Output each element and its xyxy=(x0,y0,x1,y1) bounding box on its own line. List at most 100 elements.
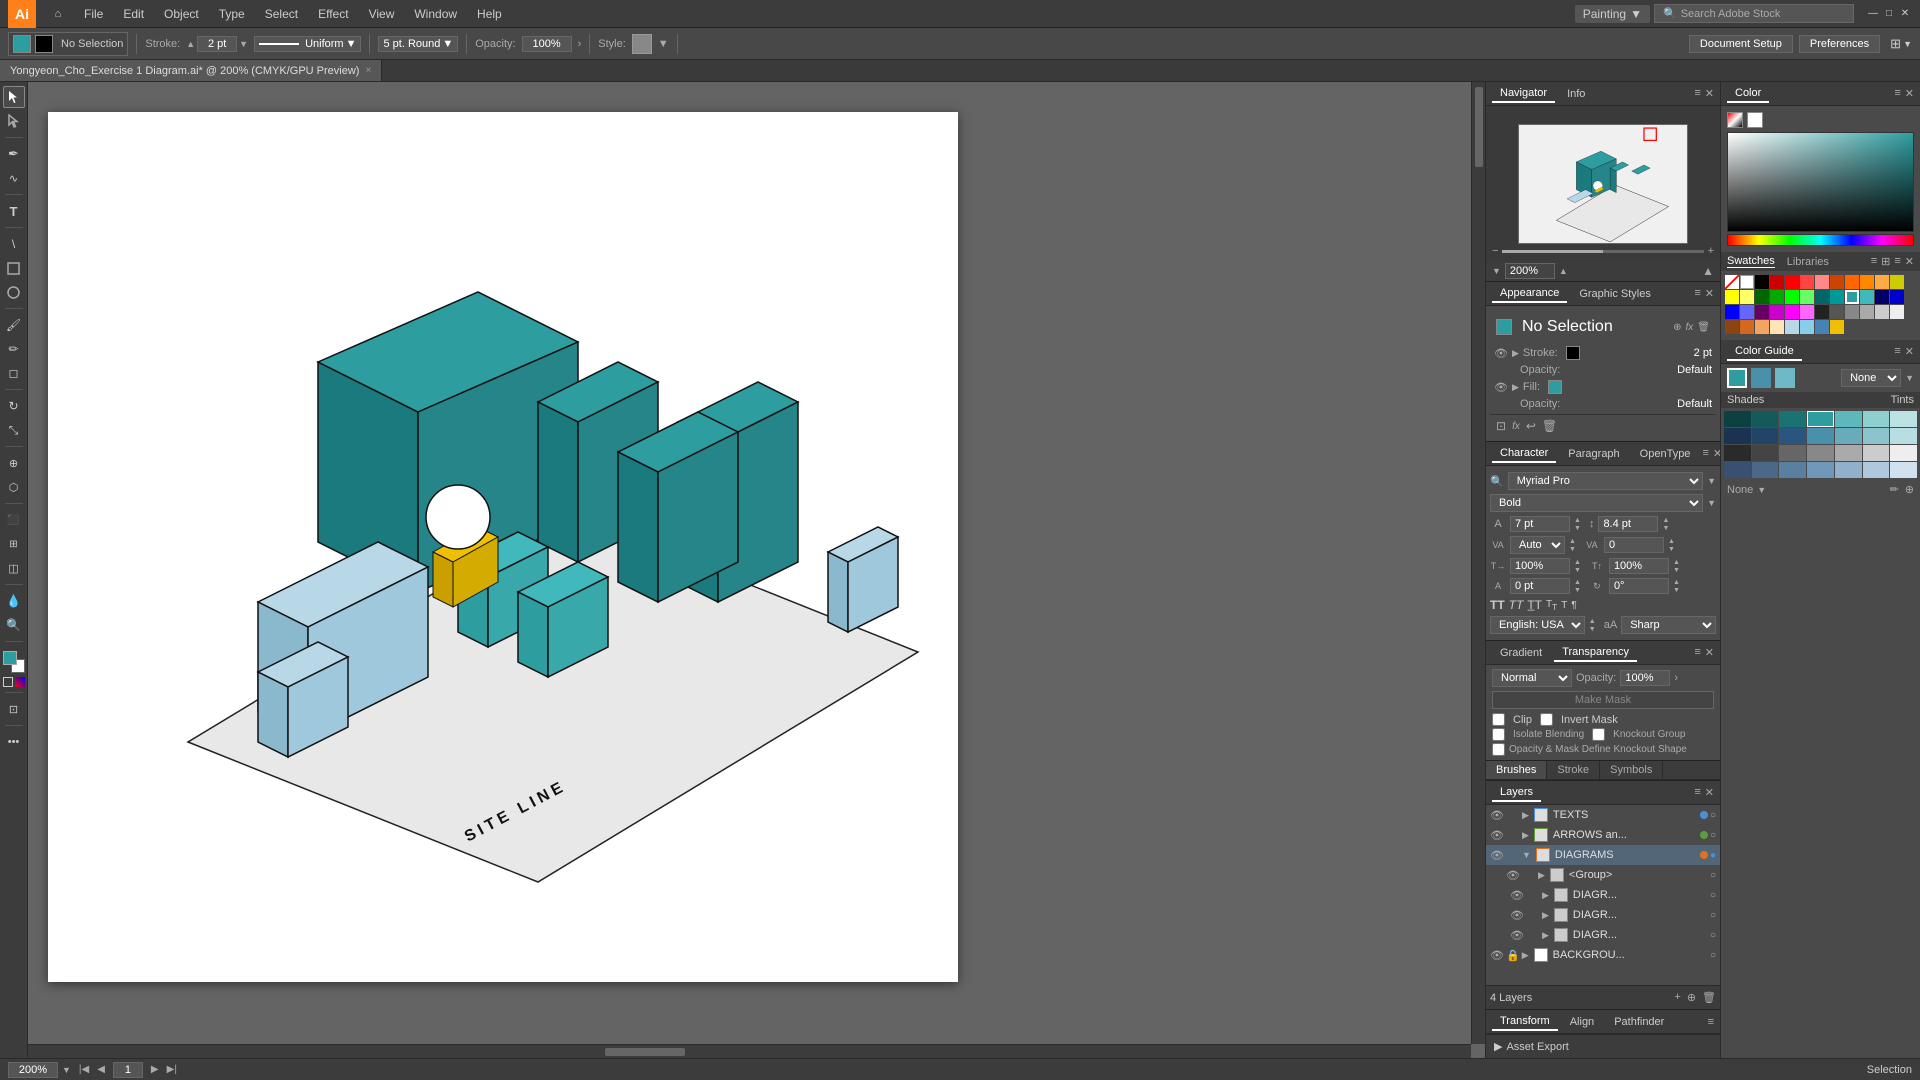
swatch-r1[interactable] xyxy=(1770,275,1784,289)
layer-arrows[interactable]: 👁 ▶ ARROWS an... ○ xyxy=(1486,825,1720,845)
opacity-input[interactable] xyxy=(522,36,572,52)
layer-diagr2[interactable]: 👁 ▶ DIAGR... ○ xyxy=(1486,905,1720,925)
menu-effect[interactable]: Effect xyxy=(310,5,356,23)
page-nav-prev[interactable]: |◀ xyxy=(79,1064,89,1075)
swatch-g2[interactable] xyxy=(1770,290,1784,304)
style-swatch[interactable] xyxy=(632,34,652,54)
layer-diagrams[interactable]: 👁 ▼ DIAGRAMS ● xyxy=(1486,845,1720,865)
swatch-black[interactable] xyxy=(1755,275,1769,289)
status-zoom-input[interactable] xyxy=(8,1062,58,1078)
cg-color3[interactable] xyxy=(1775,368,1795,388)
swatch-t1[interactable] xyxy=(1815,290,1829,304)
layer-diagr1[interactable]: 👁 ▶ DIAGR... ○ xyxy=(1486,885,1720,905)
rotate-input[interactable] xyxy=(1609,578,1669,594)
leading-down[interactable]: ▼ xyxy=(1662,525,1669,532)
hscale-down[interactable]: ▼ xyxy=(1574,567,1581,574)
mesh-tool[interactable]: ⊞ xyxy=(3,533,25,555)
tt-icon-3[interactable]: T̲T xyxy=(1527,598,1542,612)
arrows-expand-arrow[interactable]: ▶ xyxy=(1522,830,1529,841)
app-bottom-icon-1[interactable]: ⊡ xyxy=(1496,419,1506,433)
app-bottom-icon-4[interactable]: 🗑 xyxy=(1542,419,1557,433)
home-button[interactable]: ⌂ xyxy=(44,0,72,28)
swatch-g4[interactable] xyxy=(1800,290,1814,304)
clip-checkbox[interactable] xyxy=(1492,713,1505,726)
swatch-o4[interactable] xyxy=(1875,275,1889,289)
swatch-o1[interactable] xyxy=(1830,275,1844,289)
delete-layer-icon[interactable]: 🗑 xyxy=(1702,991,1716,1004)
bg-visibility-btn[interactable]: ○ xyxy=(1710,950,1716,961)
appearance-menu-icon[interactable]: ≡ xyxy=(1694,287,1700,300)
new-sublayer-icon[interactable]: + xyxy=(1674,991,1680,1004)
graphic-styles-tab[interactable]: Graphic Styles xyxy=(1571,286,1659,302)
app-delete-icon[interactable]: 🗑 xyxy=(1697,322,1710,333)
tracking-down[interactable]: ▼ xyxy=(1569,546,1576,553)
isolate-checkbox[interactable] xyxy=(1492,728,1505,741)
lang-up[interactable]: ▲ xyxy=(1589,618,1596,625)
fill-expand-icon[interactable]: ▶ xyxy=(1512,382,1519,393)
layer-group[interactable]: 👁 ▶ <Group> ○ xyxy=(1486,865,1720,885)
group-expand-arrow[interactable]: ▶ xyxy=(1538,870,1545,881)
bg-lock-icon[interactable]: 🔒 xyxy=(1506,949,1520,962)
shade3-3[interactable] xyxy=(1779,445,1806,461)
leading-input[interactable] xyxy=(1598,516,1658,532)
swatch-y3[interactable] xyxy=(1740,290,1754,304)
font-name-dropdown[interactable]: Myriad Pro xyxy=(1508,472,1703,490)
texts-visibility-btn[interactable]: ○ xyxy=(1710,810,1716,821)
live-paint-tool[interactable]: ⬡ xyxy=(3,476,25,498)
eraser-tool[interactable]: ◻ xyxy=(3,362,25,384)
navigator-tab[interactable]: Navigator xyxy=(1492,85,1555,103)
gradient-fill-icon[interactable] xyxy=(15,677,25,687)
swatch-gr6[interactable] xyxy=(1890,305,1904,319)
vertical-scroll-thumb[interactable] xyxy=(1475,87,1483,167)
swatch-m8[interactable] xyxy=(1830,320,1844,334)
align-tab[interactable]: Align xyxy=(1562,1014,1602,1030)
menu-edit[interactable]: Edit xyxy=(115,5,152,23)
layers-menu-icon[interactable]: ≡ xyxy=(1694,786,1700,799)
diagr1-visibility-btn[interactable]: ○ xyxy=(1710,890,1716,901)
tint2-3[interactable] xyxy=(1890,428,1917,444)
bg-expand-arrow[interactable]: ▶ xyxy=(1522,950,1529,961)
curvature-tool[interactable]: ∿ xyxy=(3,167,25,189)
stroke-tab[interactable]: Stroke xyxy=(1547,761,1600,779)
rotate-tool[interactable]: ↻ xyxy=(3,395,25,417)
shade2-center[interactable] xyxy=(1807,428,1834,444)
rotate-down[interactable]: ▼ xyxy=(1673,587,1680,594)
cg-color2[interactable] xyxy=(1751,368,1771,388)
fill-color-indicator[interactable] xyxy=(13,35,31,53)
new-layer-icon[interactable]: ⊕ xyxy=(1687,991,1696,1004)
file-tab-close[interactable]: × xyxy=(365,65,371,76)
color-close-icon[interactable]: ✕ xyxy=(1905,87,1914,100)
diagr2-visibility-icon[interactable]: 👁 xyxy=(1510,908,1524,922)
swatch-o3[interactable] xyxy=(1860,275,1874,289)
libraries-tab[interactable]: Libraries xyxy=(1787,256,1829,268)
tint-2[interactable] xyxy=(1863,411,1890,427)
rect-tool[interactable] xyxy=(3,257,25,279)
document-setup-button[interactable]: Document Setup xyxy=(1689,35,1793,53)
swatch-m6[interactable] xyxy=(1800,320,1814,334)
shade-3[interactable] xyxy=(1779,411,1806,427)
swatch-m1[interactable] xyxy=(1725,320,1739,334)
shade-1[interactable] xyxy=(1724,411,1751,427)
char-close-icon[interactable]: ✕ xyxy=(1713,447,1720,460)
swatch-p1[interactable] xyxy=(1755,305,1769,319)
hscale-up[interactable]: ▲ xyxy=(1574,559,1581,566)
tt-icon-6[interactable]: ¶ xyxy=(1571,600,1576,611)
vscale-up[interactable]: ▲ xyxy=(1673,559,1680,566)
paintbrush-tool[interactable]: 🖌 xyxy=(3,314,25,336)
menu-view[interactable]: View xyxy=(361,5,403,23)
char-menu-icon[interactable]: ≡ xyxy=(1702,447,1708,460)
group-visibility-icon[interactable]: 👁 xyxy=(1506,868,1520,882)
close-button[interactable]: ✕ xyxy=(1898,7,1912,21)
swatches-list-view-icon[interactable]: ≡ xyxy=(1871,255,1877,268)
font-style-dropdown[interactable]: Bold xyxy=(1490,494,1703,512)
app-fx-icon[interactable]: fx xyxy=(1686,322,1694,333)
maximize-button[interactable]: □ xyxy=(1882,7,1896,21)
arrange-icon[interactable]: ⊞ xyxy=(1890,36,1901,52)
gradient-menu-icon[interactable]: ≡ xyxy=(1694,646,1700,659)
page-nav-prev2[interactable]: ◀ xyxy=(97,1064,105,1075)
tint4-1[interactable] xyxy=(1835,462,1862,478)
shape-builder-tool[interactable]: ⊕ xyxy=(3,452,25,474)
bg-visibility-icon[interactable]: 👁 xyxy=(1490,948,1504,962)
color-guide-menu-icon[interactable]: ≡ xyxy=(1894,345,1900,358)
brush-dropdown[interactable]: 5 pt. Round ▼ xyxy=(378,36,458,52)
